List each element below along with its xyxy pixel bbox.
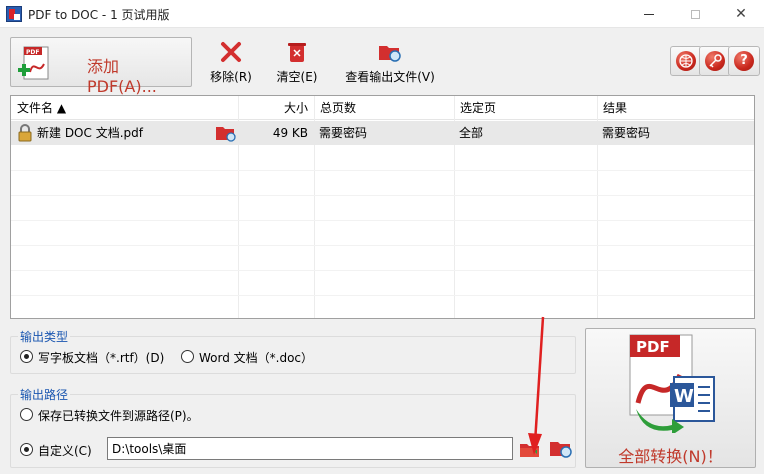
clear-button[interactable]: 清空(E) [274,40,320,85]
column-header-size[interactable]: 大小 [238,96,314,120]
column-header-selected-pages[interactable]: 选定页 [454,96,597,120]
table-row[interactable]: 新建 DOC 文档.pdf 49 KB 需要密码 全部 需要密码 [11,121,754,145]
maximize-icon [690,9,700,19]
row-result: 需要密码 [602,126,651,140]
row-selected-pages: 全部 [459,126,484,140]
grid-line [11,170,754,171]
help-icon: ? [734,51,754,71]
svg-text:W: W [674,386,694,407]
view-output-button[interactable]: 查看输出文件(V) [340,40,440,85]
remove-x-icon [221,42,241,62]
register-button[interactable] [699,46,731,76]
view-output-label: 查看输出文件(V) [345,70,435,84]
row-total-pages: 需要密码 [319,126,368,140]
convert-all-button[interactable]: PDF W 全部转换(N)！ [585,328,756,468]
grid-line [11,195,754,196]
column-header-name[interactable]: 文件名 ▲ [11,96,238,120]
add-pdf-icon: PDF [18,46,49,80]
open-file-folder-icon[interactable] [215,123,237,143]
app-icon [6,6,22,22]
pdf-to-word-icon: PDF W [629,334,715,433]
svg-text:PDF: PDF [26,49,39,56]
output-path-input[interactable] [107,437,513,460]
grid-line [11,270,754,271]
source-path-radio[interactable] [20,408,33,421]
globe-icon [676,51,696,71]
column-header-result[interactable]: 结果 [597,96,754,120]
table-header: 文件名 ▲ 大小 总页数 选定页 结果 [11,96,754,120]
remove-label: 移除(R) [210,70,252,84]
grid-line [11,245,754,246]
custom-path-radio[interactable] [20,443,33,456]
row-file-name: 新建 DOC 文档.pdf [37,126,143,140]
column-header-total-pages[interactable]: 总页数 [314,96,454,120]
convert-all-label: 全部转换(N)！ [618,447,723,466]
custom-path-radio-label[interactable]: 自定义(C) [38,442,92,459]
close-button[interactable]: ✕ [718,0,764,28]
help-button[interactable]: ? [728,46,760,76]
file-list-table[interactable]: 文件名 ▲ 大小 总页数 选定页 结果 新建 DOC 文档.pdf 49 KB … [10,95,755,319]
row-file-size: 49 KB [272,126,308,140]
source-path-radio-label[interactable]: 保存已转换文件到源路径(P)。 [38,407,199,424]
rtf-radio[interactable] [20,350,33,363]
minimize-button[interactable] [626,0,672,28]
add-pdf-button[interactable]: PDF 添加 PDF(A)... [10,37,192,96]
output-path-label: 输出路径 [18,386,71,403]
add-pdf-label: 添加 PDF(A)... [87,57,157,96]
browse-folder-icon[interactable] [519,438,541,460]
rtf-radio-label[interactable]: 写字板文档（*.rtf）(D) [38,349,164,366]
maximize-button[interactable] [672,0,718,28]
grid-line [11,220,754,221]
folder-search-icon [379,46,401,62]
svg-text:PDF: PDF [636,338,670,356]
doc-radio[interactable] [181,350,194,363]
lock-icon [18,124,32,142]
close-icon: ✕ [735,6,747,22]
output-type-label: 输出类型 [18,328,71,345]
title-bar: PDF to DOC - 1 页试用版 ✕ [0,0,764,28]
clear-label: 清空(E) [276,70,318,84]
doc-radio-label[interactable]: Word 文档（*.doc） [199,349,313,366]
website-button[interactable] [670,46,702,76]
open-output-folder-icon[interactable] [549,436,573,460]
remove-button[interactable]: 移除(R) [206,40,256,85]
window-title: PDF to DOC - 1 页试用版 [28,8,170,22]
trash-icon [288,43,306,62]
minimize-icon [644,13,654,15]
grid-line [11,295,754,296]
key-icon [705,51,725,71]
